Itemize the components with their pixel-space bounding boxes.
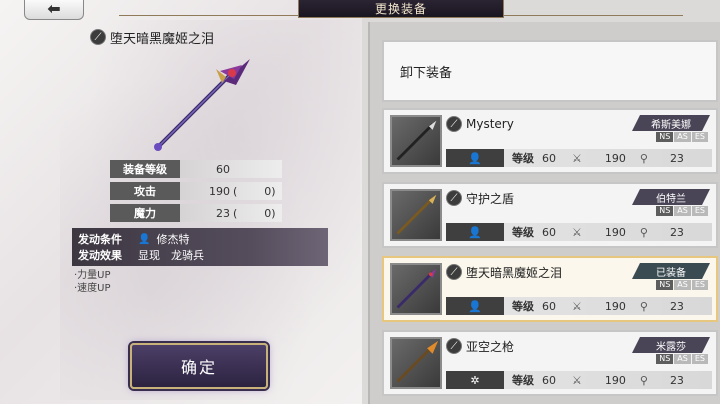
equipment-card[interactable]: ⟋ 守护之盾 伯特兰 NS AS ES 👤 等级 60 ⚔ 190 ⚲ 23	[382, 182, 718, 248]
skill-tags: NS AS ES	[656, 132, 708, 142]
equipment-card[interactable]: ⟋ Mystery 希斯美娜 NS AS ES 👤 等级 60 ⚔ 190 ⚲ 23	[382, 108, 718, 174]
spear-type-icon: ⟋	[446, 264, 462, 280]
skill-box: 发动条件 👤 修杰特 发动效果 显现 龙骑兵	[72, 228, 328, 266]
owner-badge: 希斯美娜	[632, 115, 710, 131]
spear-type-icon: ⟋	[90, 29, 106, 45]
page-title: 更换装备	[119, 0, 683, 18]
stat-row-attack: 攻击 190 ( 0 )	[110, 182, 282, 200]
owner-badge: 米露莎	[632, 337, 710, 353]
owner-badge: 伯特兰	[632, 189, 710, 205]
sword-icon: ⚔	[572, 151, 582, 165]
weapon-name: ⟋ 堕天暗黑魔姬之泪	[90, 28, 215, 47]
person-icon: 👤	[446, 149, 504, 167]
wand-icon: ⚲	[639, 373, 648, 387]
back-button[interactable]: ⬅	[24, 0, 84, 20]
sword-icon: ⚔	[572, 373, 582, 387]
weapon-name-text: 堕天暗黑魔姬之泪	[110, 31, 215, 47]
spear-type-icon: ⟋	[446, 116, 462, 132]
person-icon: 👤	[138, 233, 151, 245]
back-arrow-icon: ⬅	[47, 0, 61, 18]
unequip-button[interactable]: 卸下装备	[382, 40, 718, 102]
wand-icon: ⚲	[639, 151, 648, 165]
wand-icon: ⚲	[639, 225, 648, 239]
equipped-badge: 已装备	[632, 263, 710, 279]
skill-tags: NS AS ES	[656, 354, 708, 364]
person-icon: 👤	[446, 297, 504, 315]
weapon-image	[150, 55, 260, 155]
stat-row-magic: 魔力 23 ( 0 )	[110, 204, 282, 222]
spear-type-icon: ⟋	[446, 338, 462, 354]
weapon-thumbnail	[390, 189, 442, 241]
weapon-thumbnail	[390, 115, 442, 167]
equipment-card-selected[interactable]: ⟋ 堕天暗黑魔姬之泪 已装备 NS AS ES 👤 等级 60 ⚔ 190 ⚲ 23	[382, 256, 718, 322]
effect-list: ·力量UP ·速度UP	[74, 270, 111, 294]
sword-icon: ⚔	[572, 299, 582, 313]
person-icon: 👤	[446, 223, 504, 241]
spear-type-icon: ⟋	[446, 190, 462, 206]
snowflake-icon: ✲	[446, 371, 504, 389]
skill-tags: NS AS ES	[656, 206, 708, 216]
weapon-thumbnail	[390, 337, 442, 389]
equipment-card[interactable]: ⟋ 亚空之枪 米露莎 NS AS ES ✲ 等级 60 ⚔ 190 ⚲ 23	[382, 330, 718, 396]
confirm-button[interactable]: 确定	[130, 343, 268, 389]
stat-row-level: 装备等级 60	[110, 160, 282, 178]
wand-icon: ⚲	[639, 299, 648, 313]
weapon-thumbnail	[390, 263, 442, 315]
sword-icon: ⚔	[572, 225, 582, 239]
skill-tags: NS AS ES	[656, 280, 708, 290]
